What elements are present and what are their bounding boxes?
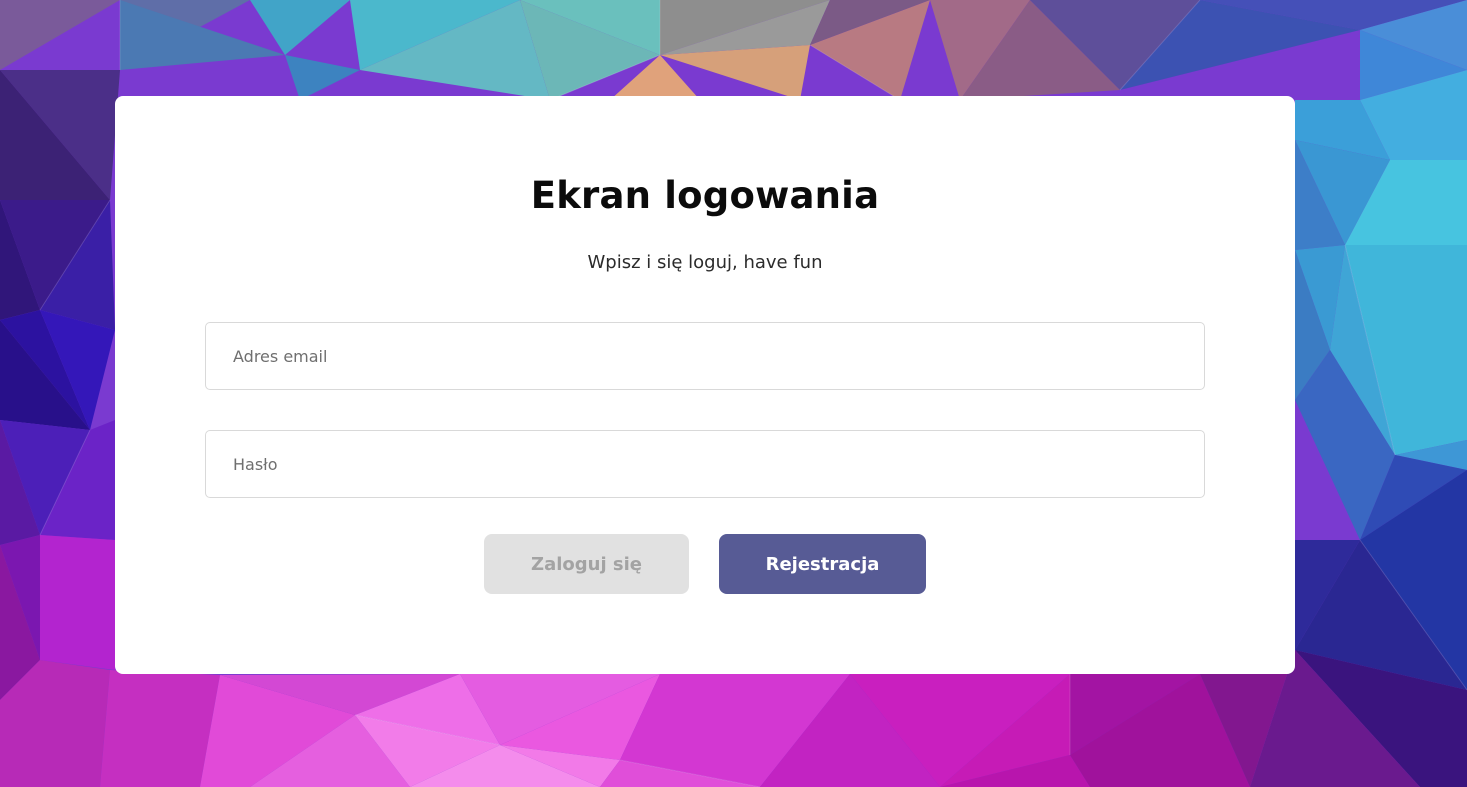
password-field[interactable] [205,430,1205,498]
register-button[interactable]: Rejestracja [719,534,926,594]
page-subtitle: Wpisz i się loguj, have fun [587,252,823,273]
login-card: Ekran logowania Wpisz i się loguj, have … [115,96,1295,674]
email-field[interactable] [205,322,1205,390]
page-title: Ekran logowania [530,174,880,217]
login-button[interactable]: Zaloguj się [484,534,689,594]
